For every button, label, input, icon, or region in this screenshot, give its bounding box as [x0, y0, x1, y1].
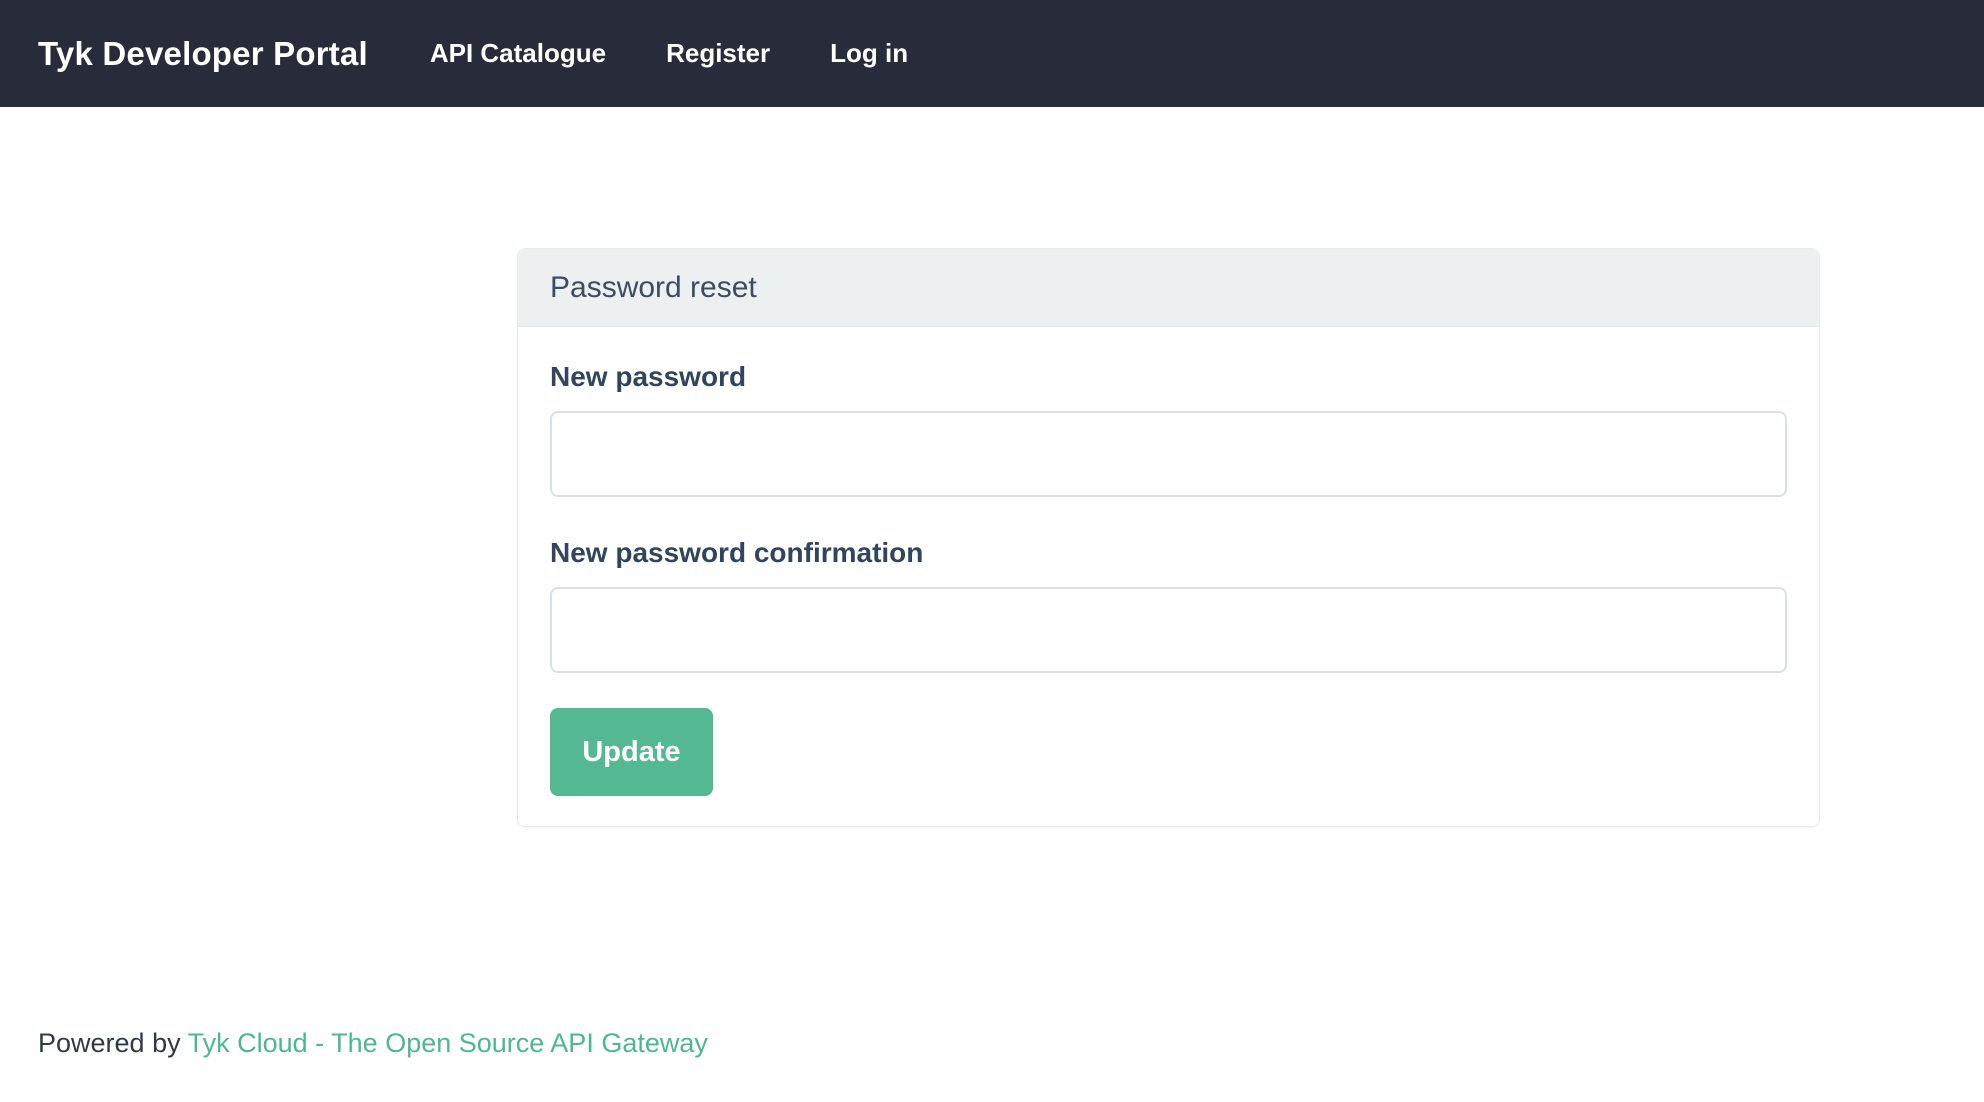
footer: Powered by Tyk Cloud - The Open Source A…	[38, 1028, 708, 1059]
update-button[interactable]: Update	[550, 708, 713, 796]
new-password-confirmation-label: New password confirmation	[550, 537, 924, 568]
new-password-confirmation-field-group: New password confirmation	[550, 537, 1787, 673]
nav-link-register[interactable]: Register	[636, 38, 800, 69]
top-navbar: Tyk Developer Portal API Catalogue Regis…	[0, 0, 1984, 107]
password-reset-card: Password reset New password New password…	[517, 248, 1820, 827]
nav-link-log-in[interactable]: Log in	[800, 38, 938, 69]
card-header: Password reset	[518, 249, 1819, 327]
new-password-field-group: New password	[550, 361, 1787, 497]
nav-link-api-catalogue[interactable]: API Catalogue	[400, 38, 636, 69]
new-password-input[interactable]	[550, 411, 1787, 497]
card-title: Password reset	[550, 270, 757, 304]
page: Tyk Developer Portal API Catalogue Regis…	[0, 0, 1984, 1102]
new-password-label: New password	[550, 361, 747, 392]
tyk-cloud-link[interactable]: Tyk Cloud - The Open Source API Gateway	[188, 1028, 708, 1058]
powered-by-text: Powered by	[38, 1028, 188, 1058]
new-password-confirmation-input[interactable]	[550, 587, 1787, 673]
navbar-brand[interactable]: Tyk Developer Portal	[38, 35, 368, 73]
card-body: New password New password confirmation U…	[518, 327, 1819, 826]
